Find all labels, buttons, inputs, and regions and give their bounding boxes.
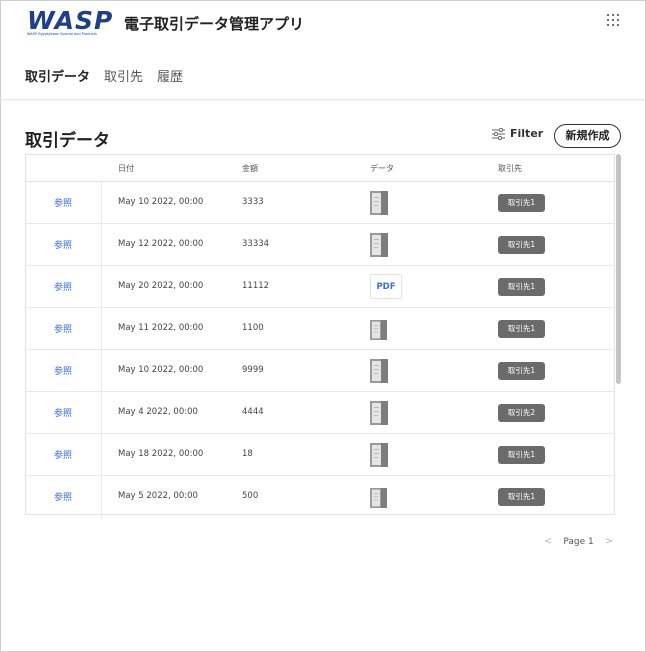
reference-cell: 参照 xyxy=(26,476,102,518)
reference-link[interactable]: 参照 xyxy=(54,238,72,251)
column-header-partner[interactable]: 取引先 xyxy=(498,163,522,174)
date-cell: May 12 2022, 00:00 xyxy=(118,239,204,249)
table-row: 参照 May 20 2022, 00:00 11112 PDF 取引先1 xyxy=(26,266,614,308)
reference-link[interactable]: 参照 xyxy=(54,490,72,503)
table-header: 日付 金額 データ 取引先 xyxy=(26,155,614,182)
document-thumbnail-image[interactable] xyxy=(370,233,388,257)
amount-cell: 9999 xyxy=(242,365,264,375)
page-indicator: Page 1 xyxy=(563,536,594,547)
document-thumbnail-image[interactable] xyxy=(370,443,388,467)
date-cell: May 10 2022, 00:00 xyxy=(118,197,204,207)
partner-badge: 取引先1 xyxy=(498,278,545,296)
column-header-amount[interactable]: 金額 xyxy=(242,163,258,174)
reference-link[interactable]: 参照 xyxy=(54,448,72,461)
app-title: 電子取引データ管理アプリ xyxy=(124,15,305,33)
amount-cell: 11112 xyxy=(242,281,270,291)
document-thumbnail-image[interactable] xyxy=(370,401,388,425)
amount-cell: 4444 xyxy=(242,407,264,417)
date-cell: May 10 2022, 00:00 xyxy=(118,365,204,375)
reference-cell: 参照 xyxy=(26,434,102,476)
table-row: 参照 May 11 2022, 00:00 1100 取引先1 xyxy=(26,308,614,350)
chevron-left-icon[interactable]: < xyxy=(544,536,552,547)
document-thumbnail-image[interactable] xyxy=(370,191,388,215)
partner-badge: 取引先1 xyxy=(498,320,545,338)
document-thumbnail-image[interactable] xyxy=(370,488,387,508)
pagination: < Page 1 > xyxy=(544,536,613,547)
nav-tab-partners[interactable]: 取引先 xyxy=(104,66,143,85)
reference-link[interactable]: 参照 xyxy=(54,280,72,293)
logo-wordmark: WASP xyxy=(27,6,114,35)
date-cell: May 20 2022, 00:00 xyxy=(118,281,204,291)
transactions-table: 日付 金額 データ 取引先 参照 May 10 2022, 00:00 3333… xyxy=(25,154,615,518)
table-row: 参照 May 18 2022, 00:00 18 取引先1 xyxy=(26,434,614,476)
app-header: WASP WASP Egypt/Japan Special and Produc… xyxy=(0,0,646,100)
table-row: 参照 May 4 2022, 00:00 4444 取引先2 xyxy=(26,392,614,434)
document-thumbnail-image[interactable] xyxy=(370,320,387,340)
reference-cell: 参照 xyxy=(26,224,102,266)
amount-cell: 18 xyxy=(242,449,253,459)
date-cell: May 18 2022, 00:00 xyxy=(118,449,204,459)
partner-badge: 取引先1 xyxy=(498,488,545,506)
pdf-attachment[interactable]: PDF xyxy=(370,274,402,299)
amount-cell: 33334 xyxy=(242,239,270,249)
filter-button[interactable]: Filter xyxy=(492,127,543,140)
partner-badge: 取引先1 xyxy=(498,446,545,464)
table-scrollbar[interactable] xyxy=(616,154,621,384)
partner-badge: 取引先1 xyxy=(498,236,545,254)
partner-badge: 取引先1 xyxy=(498,194,545,212)
table-row: 参照 May 10 2022, 00:00 3333 取引先1 xyxy=(26,182,614,224)
reference-link[interactable]: 参照 xyxy=(54,196,72,209)
partner-badge: 取引先2 xyxy=(498,404,545,422)
date-cell: May 11 2022, 00:00 xyxy=(118,323,204,333)
create-new-button[interactable]: 新規作成 xyxy=(554,124,621,148)
nav-tab-history[interactable]: 履歴 xyxy=(157,66,183,85)
wasp-logo[interactable]: WASP WASP Egypt/Japan Special and Produc… xyxy=(27,6,117,37)
reference-cell: 参照 xyxy=(26,266,102,308)
table-row: 参照 May 12 2022, 00:00 33334 取引先1 xyxy=(26,224,614,266)
reference-cell: 参照 xyxy=(26,182,102,224)
amount-cell: 3333 xyxy=(242,197,264,207)
column-header-data[interactable]: データ xyxy=(370,163,394,174)
date-cell: May 5 2022, 00:00 xyxy=(118,491,198,501)
partner-badge: 取引先1 xyxy=(498,362,545,380)
date-cell: May 4 2022, 00:00 xyxy=(118,407,198,417)
reference-cell: 参照 xyxy=(26,392,102,434)
nav-tab-transactions[interactable]: 取引データ xyxy=(25,66,90,85)
page-title: 取引データ xyxy=(25,131,110,151)
table-row: 参照 May 10 2022, 00:00 9999 取引先1 xyxy=(26,350,614,392)
filter-sliders-icon xyxy=(492,127,505,140)
amount-cell: 1100 xyxy=(242,323,264,333)
amount-cell: 500 xyxy=(242,491,259,501)
reference-link[interactable]: 参照 xyxy=(54,406,72,419)
reference-cell: 参照 xyxy=(26,350,102,392)
main-nav: 取引データ 取引先 履歴 xyxy=(25,66,183,85)
reference-link[interactable]: 参照 xyxy=(54,322,72,335)
document-thumbnail-image[interactable] xyxy=(370,359,388,383)
reference-link[interactable]: 参照 xyxy=(54,364,72,377)
apps-grid-icon[interactable] xyxy=(607,14,621,28)
filter-label: Filter xyxy=(510,127,544,140)
chevron-right-icon[interactable]: > xyxy=(605,536,613,547)
table-row: 参照 May 5 2022, 00:00 500 取引先1 xyxy=(26,476,614,518)
column-header-date[interactable]: 日付 xyxy=(118,163,134,174)
reference-cell: 参照 xyxy=(26,308,102,350)
